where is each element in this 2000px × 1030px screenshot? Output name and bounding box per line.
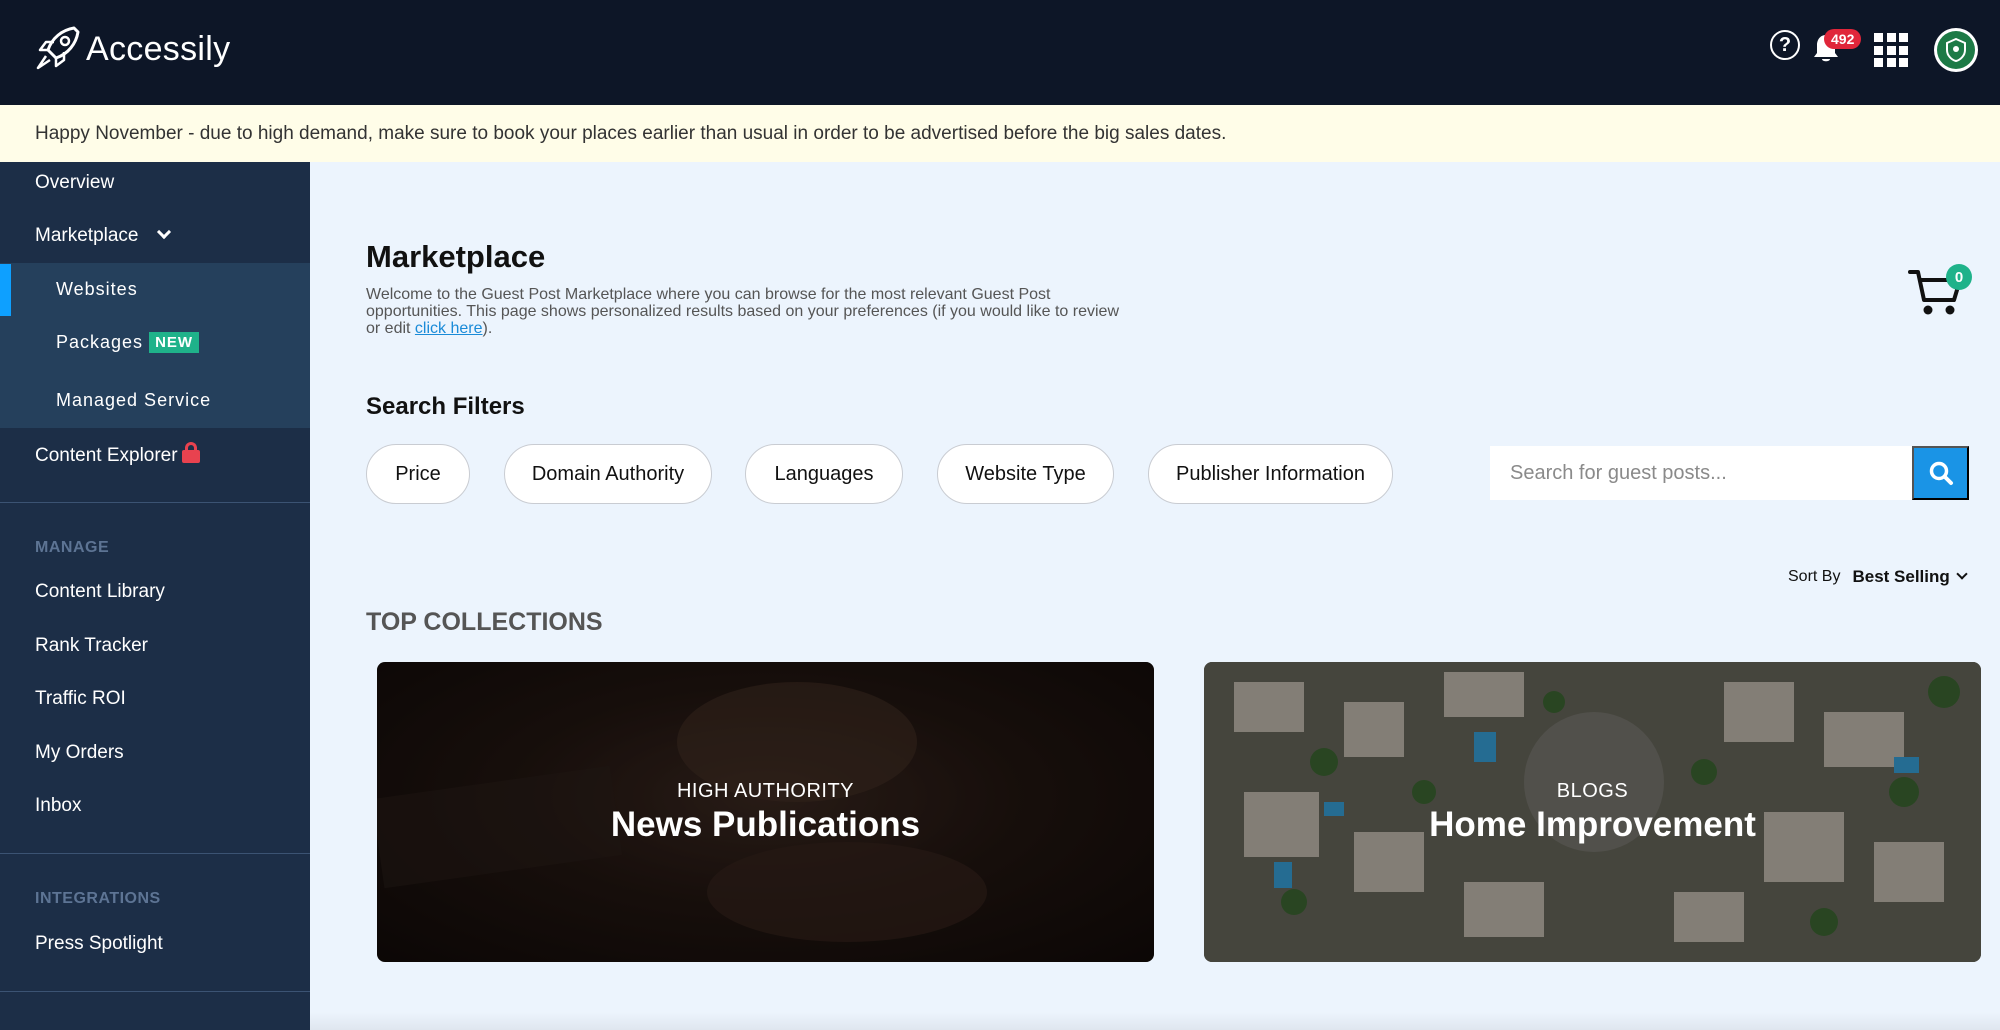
search-button[interactable] xyxy=(1912,446,1969,500)
sidebar-item-label: Content Explorer xyxy=(35,445,178,466)
sidebar-item-content-explorer[interactable]: Content Explorer xyxy=(35,442,200,467)
sidebar-item-traffic-roi[interactable]: Traffic ROI xyxy=(35,688,126,710)
filter-domain-authority-button[interactable]: Domain Authority xyxy=(504,444,712,504)
cart-count-badge: 0 xyxy=(1946,264,1972,290)
search-filters-title: Search Filters xyxy=(366,393,525,420)
search-input[interactable] xyxy=(1490,446,1912,500)
top-header: Accessily ? 492 xyxy=(0,0,2000,105)
announcement-text: Happy November - due to high demand, mak… xyxy=(35,122,1227,144)
sort-value: Best Selling xyxy=(1852,567,1950,586)
sidebar-item-rank-tracker[interactable]: Rank Tracker xyxy=(35,635,148,657)
card-title: News Publications xyxy=(610,805,921,844)
rocket-icon xyxy=(36,26,80,70)
sidebar-item-content-library[interactable]: Content Library xyxy=(35,581,165,603)
card-title: Home Improvement xyxy=(1429,805,1756,844)
sidebar-item-overview[interactable]: Overview xyxy=(35,172,114,194)
main-content: Marketplace Welcome to the Guest Post Ma… xyxy=(310,162,2000,1030)
description-text-end: ). xyxy=(482,320,493,337)
active-indicator xyxy=(0,264,11,316)
page-description: Welcome to the Guest Post Marketplace wh… xyxy=(366,286,1126,337)
sidebar: Overview Marketplace Websites Packages NE… xyxy=(0,162,310,1030)
top-collections-title: TOP COLLECTIONS xyxy=(366,608,603,636)
new-badge: NEW xyxy=(149,332,200,353)
sidebar-item-my-orders[interactable]: My Orders xyxy=(35,742,124,764)
app-logo[interactable]: Accessily xyxy=(34,24,230,74)
chevron-down-icon xyxy=(1956,568,1968,580)
sidebar-subitem-packages[interactable]: Packages NEW xyxy=(56,332,200,353)
chevron-down-icon xyxy=(156,224,171,240)
notification-count-badge: 492 xyxy=(1824,29,1862,49)
search-icon xyxy=(1929,461,1953,485)
section-label-manage: MANAGE xyxy=(35,539,110,556)
scroll-fade xyxy=(310,1012,2000,1030)
announcement-banner: Happy November - due to high demand, mak… xyxy=(0,105,2000,162)
shield-logo-icon xyxy=(1946,38,1966,62)
collection-card-news-publications[interactable]: HIGH AUTHORITY News Publications xyxy=(377,662,1154,962)
sidebar-item-label: Marketplace xyxy=(35,225,139,246)
filter-price-button[interactable]: Price xyxy=(366,444,470,504)
sort-control[interactable]: Sort By Best Selling xyxy=(1788,567,1968,587)
filter-publisher-information-button[interactable]: Publisher Information xyxy=(1148,444,1393,504)
sidebar-divider xyxy=(0,853,310,854)
sidebar-item-press-spotlight[interactable]: Press Spotlight xyxy=(35,933,163,955)
card-caption: BLOGS Home Improvement xyxy=(1204,780,1981,845)
sidebar-item-marketplace[interactable]: Marketplace xyxy=(35,224,171,247)
card-subtitle: HIGH AUTHORITY xyxy=(676,780,854,802)
sort-label: Sort By xyxy=(1788,568,1841,585)
card-caption: HIGH AUTHORITY News Publications xyxy=(377,780,1154,845)
help-icon[interactable]: ? xyxy=(1770,30,1800,60)
filter-languages-button[interactable]: Languages xyxy=(745,444,903,504)
app-name: Accessily xyxy=(86,29,231,68)
page-title: Marketplace xyxy=(366,239,546,274)
sidebar-divider xyxy=(0,502,310,503)
lock-icon xyxy=(181,442,200,463)
preferences-link[interactable]: click here xyxy=(415,320,483,337)
collection-card-home-improvement[interactable]: BLOGS Home Improvement xyxy=(1204,662,1981,962)
section-label-integrations: INTEGRATIONS xyxy=(35,890,161,907)
sidebar-subitem-managed-service[interactable]: Managed Service xyxy=(56,390,211,411)
apps-grid-icon[interactable] xyxy=(1874,33,1908,67)
card-subtitle: BLOGS xyxy=(1556,780,1629,802)
sidebar-divider xyxy=(0,991,310,992)
sidebar-item-inbox[interactable]: Inbox xyxy=(35,795,81,817)
sidebar-item-label: Packages xyxy=(56,332,144,352)
user-avatar[interactable] xyxy=(1934,28,1978,72)
filter-website-type-button[interactable]: Website Type xyxy=(937,444,1114,504)
sidebar-subitem-websites[interactable]: Websites xyxy=(56,279,138,300)
